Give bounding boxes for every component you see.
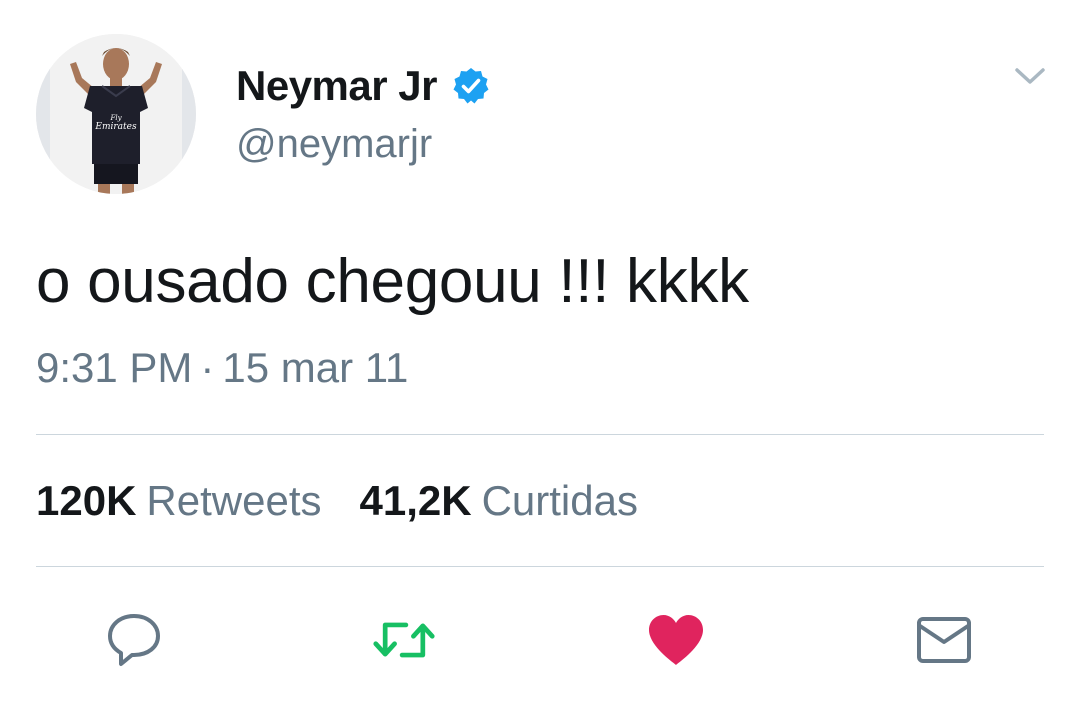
tweet-text: o ousado chegouu !!! kkkk bbox=[36, 247, 749, 316]
likes-stat[interactable]: 41,2K Curtidas bbox=[359, 477, 637, 525]
verified-badge-icon bbox=[451, 66, 491, 106]
svg-text:Emirates: Emirates bbox=[94, 122, 137, 132]
user-handle[interactable]: @neymarjr bbox=[236, 122, 432, 167]
reply-button[interactable] bbox=[102, 610, 166, 670]
retweets-label: Retweets bbox=[146, 477, 322, 524]
avatar-photo: Fly Emirates bbox=[36, 34, 196, 194]
divider bbox=[36, 434, 1044, 435]
display-name[interactable]: Neymar Jr bbox=[236, 62, 437, 110]
divider bbox=[36, 566, 1044, 567]
tweet-date: 15 mar 11 bbox=[222, 344, 409, 391]
avatar[interactable]: Fly Emirates bbox=[36, 34, 196, 194]
svg-text:Fly: Fly bbox=[109, 114, 122, 122]
timestamp-separator: · bbox=[200, 344, 215, 391]
reply-icon bbox=[108, 614, 160, 666]
retweets-count: 120K bbox=[36, 477, 137, 524]
tweet-time: 9:31 PM bbox=[36, 344, 193, 391]
tweet-stats: 120K Retweets 41,2K Curtidas bbox=[36, 477, 638, 525]
chevron-down-icon[interactable] bbox=[1012, 62, 1048, 90]
retweet-button[interactable] bbox=[372, 610, 436, 670]
envelope-icon bbox=[917, 617, 971, 663]
tweet-detail: Fly Emirates Neymar Jr @neymarjr o ousad… bbox=[0, 0, 1080, 710]
tweet-timestamp[interactable]: 9:31 PM · 15 mar 11 bbox=[36, 344, 408, 392]
like-button[interactable] bbox=[644, 610, 708, 670]
likes-count: 41,2K bbox=[359, 477, 472, 524]
heart-icon bbox=[649, 615, 703, 665]
name-row: Neymar Jr bbox=[236, 60, 491, 112]
direct-message-button[interactable] bbox=[912, 610, 976, 670]
retweets-stat[interactable]: 120K Retweets bbox=[36, 477, 321, 525]
likes-label: Curtidas bbox=[481, 477, 638, 524]
retweet-icon bbox=[373, 622, 435, 658]
